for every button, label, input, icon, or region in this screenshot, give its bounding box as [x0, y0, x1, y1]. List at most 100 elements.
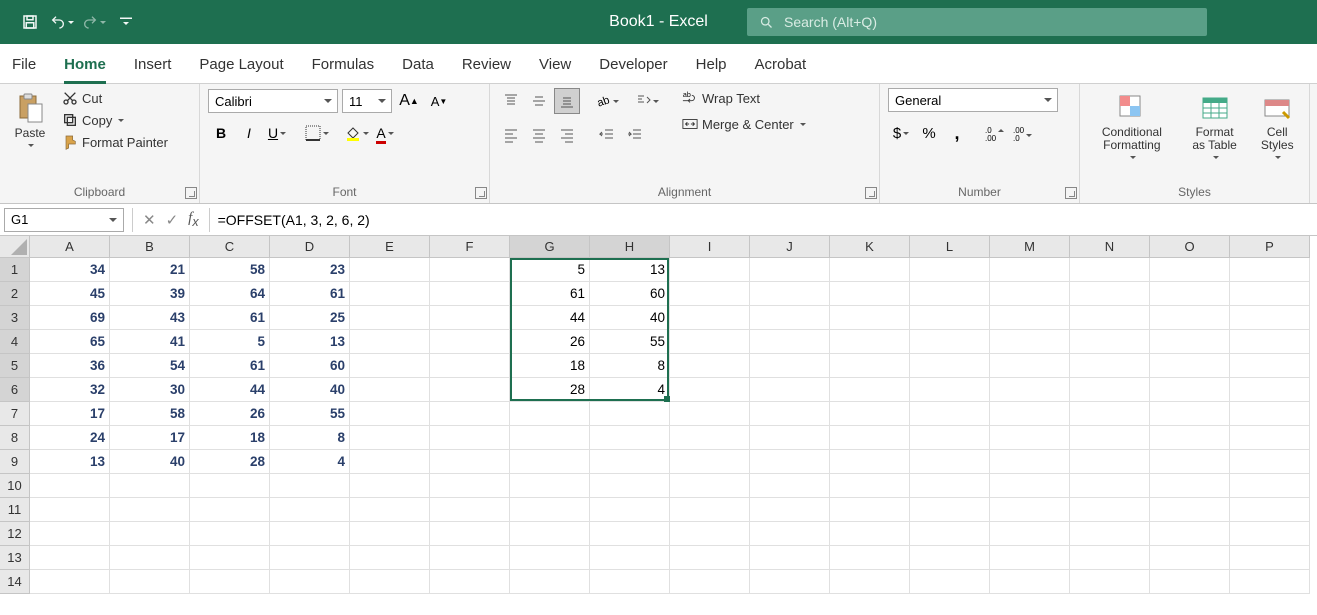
cell[interactable] [430, 282, 510, 306]
cell[interactable]: 44 [510, 306, 590, 330]
cell[interactable] [670, 522, 750, 546]
cell[interactable] [1230, 546, 1310, 570]
cell[interactable]: 58 [190, 258, 270, 282]
conditional-formatting-button[interactable]: Conditional Formatting [1088, 88, 1176, 164]
cell[interactable] [1070, 258, 1150, 282]
row-header[interactable]: 11 [0, 498, 30, 522]
tab-file[interactable]: File [12, 48, 36, 83]
cell[interactable] [1230, 474, 1310, 498]
cell[interactable] [670, 378, 750, 402]
cell[interactable] [1070, 330, 1150, 354]
cell[interactable] [670, 330, 750, 354]
cell[interactable]: 55 [270, 402, 350, 426]
cell[interactable] [990, 378, 1070, 402]
cell[interactable] [1150, 402, 1230, 426]
cell[interactable]: 13 [590, 258, 670, 282]
row-header[interactable]: 10 [0, 474, 30, 498]
col-header[interactable]: H [590, 236, 670, 258]
cell[interactable]: 13 [270, 330, 350, 354]
align-center-icon[interactable] [526, 122, 552, 148]
comma-format-icon[interactable]: , [944, 120, 970, 146]
col-header[interactable]: A [30, 236, 110, 258]
cell[interactable] [910, 282, 990, 306]
cell[interactable]: 39 [110, 282, 190, 306]
cell[interactable] [430, 522, 510, 546]
cell[interactable] [1230, 450, 1310, 474]
cell[interactable] [750, 282, 830, 306]
cell[interactable] [1070, 306, 1150, 330]
cell[interactable] [1150, 378, 1230, 402]
cell[interactable] [350, 498, 430, 522]
cell[interactable] [590, 450, 670, 474]
increase-decimal-icon[interactable]: .0.00 [982, 120, 1008, 146]
cell[interactable] [830, 330, 910, 354]
cell[interactable] [350, 354, 430, 378]
tab-insert[interactable]: Insert [134, 48, 172, 83]
cell[interactable] [830, 570, 910, 594]
cell[interactable] [1070, 378, 1150, 402]
align-middle-icon[interactable] [526, 88, 552, 114]
cell[interactable] [830, 474, 910, 498]
cell[interactable] [750, 570, 830, 594]
cell[interactable] [510, 426, 590, 450]
cell[interactable] [1070, 570, 1150, 594]
cell[interactable]: 18 [510, 354, 590, 378]
cell[interactable]: 61 [190, 306, 270, 330]
cell[interactable] [670, 402, 750, 426]
cell[interactable] [830, 450, 910, 474]
cell[interactable] [190, 546, 270, 570]
cell[interactable] [750, 306, 830, 330]
cell[interactable] [670, 426, 750, 450]
cell[interactable] [910, 258, 990, 282]
cell[interactable] [1150, 282, 1230, 306]
cell[interactable] [1230, 570, 1310, 594]
cancel-formula-icon[interactable]: ✕ [143, 211, 156, 229]
cell[interactable]: 30 [110, 378, 190, 402]
cell[interactable] [830, 402, 910, 426]
align-top-icon[interactable] [498, 88, 524, 114]
cell[interactable]: 61 [190, 354, 270, 378]
cell[interactable] [750, 258, 830, 282]
cell[interactable] [670, 282, 750, 306]
cell[interactable] [590, 570, 670, 594]
cell[interactable] [1230, 522, 1310, 546]
bold-icon[interactable]: B [208, 120, 234, 146]
cell[interactable] [830, 258, 910, 282]
cell[interactable] [1230, 258, 1310, 282]
cell[interactable]: 34 [30, 258, 110, 282]
cell[interactable] [1150, 426, 1230, 450]
cell[interactable] [1070, 402, 1150, 426]
cell[interactable] [430, 378, 510, 402]
row-header[interactable]: 12 [0, 522, 30, 546]
cell[interactable]: 58 [110, 402, 190, 426]
cell[interactable] [750, 546, 830, 570]
row-header[interactable]: 14 [0, 570, 30, 594]
cell[interactable]: 17 [30, 402, 110, 426]
cell[interactable] [910, 354, 990, 378]
cell[interactable] [910, 378, 990, 402]
cell[interactable] [830, 378, 910, 402]
cell[interactable] [670, 474, 750, 498]
cell[interactable] [350, 570, 430, 594]
cell[interactable] [350, 474, 430, 498]
cell[interactable] [30, 570, 110, 594]
accounting-format-icon[interactable]: $ [888, 120, 914, 146]
col-header[interactable]: M [990, 236, 1070, 258]
align-right-icon[interactable] [554, 122, 580, 148]
cell[interactable] [830, 546, 910, 570]
cell[interactable] [1230, 378, 1310, 402]
cell[interactable] [190, 570, 270, 594]
col-header[interactable]: L [910, 236, 990, 258]
cell[interactable]: 41 [110, 330, 190, 354]
cell[interactable] [750, 402, 830, 426]
number-format-select[interactable]: General [888, 88, 1058, 112]
cell[interactable] [910, 450, 990, 474]
align-left-icon[interactable] [498, 122, 524, 148]
enter-formula-icon[interactable]: ✓ [166, 211, 179, 229]
tab-page-layout[interactable]: Page Layout [199, 48, 283, 83]
search-input[interactable] [784, 14, 1195, 30]
cell[interactable] [910, 426, 990, 450]
cell[interactable] [110, 498, 190, 522]
cell[interactable] [1230, 402, 1310, 426]
cell[interactable]: 26 [510, 330, 590, 354]
